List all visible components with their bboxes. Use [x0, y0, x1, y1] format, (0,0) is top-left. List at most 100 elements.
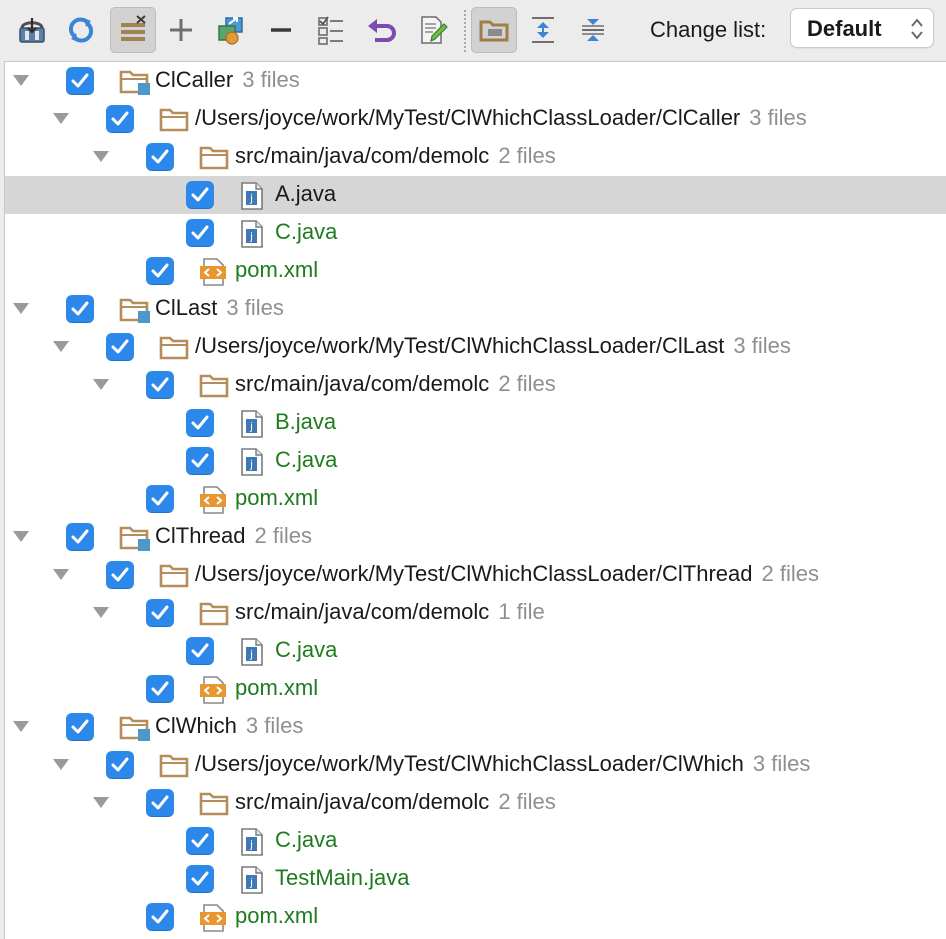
show-diff-button[interactable] — [308, 7, 354, 53]
tree-item-label: C.java — [275, 827, 337, 853]
tree-row[interactable]: /Users/joyce/work/MyTest/ClWhichClassLoa… — [5, 328, 946, 366]
tree-item-name: pom.xml — [235, 903, 319, 928]
folder-icon — [159, 334, 189, 365]
expand-toggle-icon[interactable] — [13, 75, 29, 86]
include-checkbox[interactable] — [106, 333, 134, 361]
checkmark-icon — [191, 225, 209, 240]
expand-toggle-icon[interactable] — [13, 303, 29, 314]
add-icon — [170, 19, 192, 41]
tree-item-label: C.java — [275, 637, 337, 663]
include-checkbox[interactable] — [186, 447, 214, 475]
expand-all-button[interactable] — [520, 7, 566, 53]
expand-toggle-icon[interactable] — [93, 607, 109, 618]
tree-item-label: src/main/java/com/demolc 1 file — [235, 599, 545, 625]
include-checkbox[interactable] — [106, 751, 134, 779]
tree-item-label: src/main/java/com/demolc 2 files — [235, 789, 556, 815]
include-checkbox[interactable] — [66, 713, 94, 741]
include-checkbox[interactable] — [66, 295, 94, 323]
tree-row[interactable]: src/main/java/com/demolc 1 file — [5, 594, 946, 632]
include-checkbox[interactable] — [146, 599, 174, 627]
move-to-changelist-button[interactable] — [208, 7, 254, 53]
tree-row[interactable]: ClLast 3 files — [5, 290, 946, 328]
expand-toggle-icon[interactable] — [53, 569, 69, 580]
java-file-icon: j — [239, 220, 265, 253]
tree-row[interactable]: /Users/joyce/work/MyTest/ClWhichClassLoa… — [5, 556, 946, 594]
tree-row[interactable]: j C.java — [5, 442, 946, 480]
include-checkbox[interactable] — [186, 827, 214, 855]
refresh-icon — [68, 17, 94, 43]
remove-button[interactable] — [258, 7, 304, 53]
rollback-button[interactable] — [358, 7, 404, 53]
tree-row[interactable]: src/main/java/com/demolc 2 files — [5, 366, 946, 404]
checkmark-icon — [71, 73, 89, 88]
add-button[interactable] — [158, 7, 204, 53]
tree-row[interactable]: ClCaller 3 files — [5, 62, 946, 100]
include-checkbox[interactable] — [186, 181, 214, 209]
file-count: 2 files — [498, 143, 556, 168]
svg-text:j: j — [249, 192, 253, 205]
include-checkbox[interactable] — [146, 675, 174, 703]
include-checkbox[interactable] — [106, 105, 134, 133]
include-checkbox[interactable] — [146, 485, 174, 513]
tree-row[interactable]: j B.java — [5, 404, 946, 442]
tree-row[interactable]: j C.java — [5, 214, 946, 252]
include-checkbox[interactable] — [186, 219, 214, 247]
include-checkbox[interactable] — [146, 903, 174, 931]
group-by-directory-button[interactable] — [110, 7, 156, 53]
module-folder-icon — [119, 296, 153, 329]
tree-row[interactable]: src/main/java/com/demolc 2 files — [5, 138, 946, 176]
include-checkbox[interactable] — [146, 257, 174, 285]
tree-item-label: /Users/joyce/work/MyTest/ClWhichClassLoa… — [195, 561, 819, 587]
include-checkbox[interactable] — [146, 371, 174, 399]
expand-toggle-icon[interactable] — [13, 721, 29, 732]
commit-icon — [19, 18, 45, 43]
change-list-select[interactable]: Default — [790, 8, 934, 48]
refresh-button[interactable] — [58, 7, 104, 53]
tree-item-label: src/main/java/com/demolc 2 files — [235, 371, 556, 397]
tree-row[interactable]: j TestMain.java — [5, 860, 946, 898]
file-count: 2 files — [761, 561, 819, 586]
tree-item-label: src/main/java/com/demolc 2 files — [235, 143, 556, 169]
svg-text:j: j — [249, 458, 253, 471]
expand-toggle-icon[interactable] — [53, 341, 69, 352]
file-count: 3 files — [245, 713, 304, 738]
include-checkbox[interactable] — [146, 143, 174, 171]
expand-toggle-icon[interactable] — [93, 151, 109, 162]
changes-tree[interactable]: ClCaller 3 files/Users/joyce/work/MyTest/… — [4, 61, 946, 939]
tree-item-name: C.java — [275, 827, 338, 852]
tree-row[interactable]: j C.java — [5, 822, 946, 860]
tree-item-name: ClWhich — [155, 713, 237, 738]
collapse-all-button[interactable] — [570, 7, 616, 53]
file-count: 3 files — [749, 105, 807, 130]
include-checkbox[interactable] — [106, 561, 134, 589]
include-checkbox[interactable] — [186, 865, 214, 893]
tree-row[interactable]: src/main/java/com/demolc 2 files — [5, 784, 946, 822]
tree-row[interactable]: /Users/joyce/work/MyTest/ClWhichClassLoa… — [5, 100, 946, 138]
include-checkbox[interactable] — [186, 637, 214, 665]
tree-row[interactable]: j C.java — [5, 632, 946, 670]
tree-row[interactable]: j A.java — [5, 176, 946, 214]
tree-row[interactable]: /Users/joyce/work/MyTest/ClWhichClassLoa… — [5, 746, 946, 784]
xml-file-icon — [199, 676, 229, 709]
edit-source-button[interactable] — [410, 7, 456, 53]
expand-toggle-icon[interactable] — [93, 797, 109, 808]
show-directories-button[interactable] — [471, 7, 517, 53]
tree-row[interactable]: pom.xml — [5, 252, 946, 290]
module-folder-icon — [119, 714, 153, 747]
commit-button[interactable] — [9, 7, 55, 53]
include-checkbox[interactable] — [186, 409, 214, 437]
expand-toggle-icon[interactable] — [13, 531, 29, 542]
include-checkbox[interactable] — [66, 67, 94, 95]
tree-row[interactable]: ClWhich 3 files — [5, 708, 946, 746]
tree-row[interactable]: pom.xml — [5, 898, 946, 936]
include-checkbox[interactable] — [146, 789, 174, 817]
tree-row[interactable]: ClThread 2 files — [5, 518, 946, 556]
tree-row[interactable]: pom.xml — [5, 480, 946, 518]
include-checkbox[interactable] — [66, 523, 94, 551]
tree-row[interactable]: pom.xml — [5, 670, 946, 708]
expand-toggle-icon[interactable] — [53, 113, 69, 124]
expand-toggle-icon[interactable] — [53, 759, 69, 770]
expand-toggle-icon[interactable] — [93, 379, 109, 390]
select-arrows-icon — [911, 18, 923, 40]
tree-item-name: ClThread — [155, 523, 246, 548]
